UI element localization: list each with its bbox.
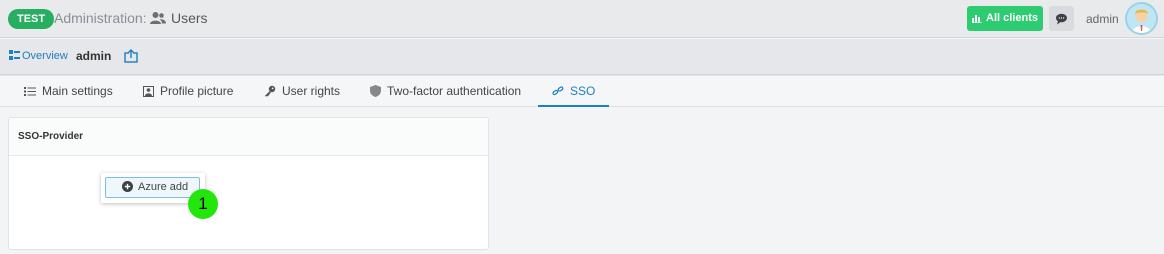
plus-circle-icon	[122, 181, 133, 192]
tab-label: SSO	[570, 84, 596, 98]
shield-icon	[370, 85, 381, 97]
azure-add-button[interactable]: Azure add	[105, 177, 200, 198]
avatar[interactable]	[1125, 2, 1158, 35]
all-clients-button[interactable]: All clients	[967, 6, 1043, 31]
key-icon	[265, 85, 276, 97]
chat-button[interactable]	[1049, 6, 1074, 31]
all-clients-label: All clients	[986, 12, 1038, 24]
tab-sso[interactable]: SSO	[538, 76, 610, 107]
export-icon[interactable]	[124, 49, 138, 63]
user-name[interactable]: admin	[1086, 12, 1119, 26]
overview-icon	[9, 50, 20, 60]
page-title: admin	[76, 49, 112, 63]
step-marker: 1	[188, 189, 218, 219]
top-bar: TEST Administration: Users All clients a…	[0, 0, 1164, 38]
list-icon	[24, 87, 36, 96]
tab-main-settings[interactable]: Main settings	[24, 76, 113, 107]
tab-bar: Main settings Profile picture User right…	[0, 76, 1164, 107]
sso-icon	[552, 86, 564, 96]
tab-label: User rights	[282, 84, 341, 98]
picture-icon	[143, 86, 154, 97]
tab-label: Profile picture	[160, 84, 234, 98]
overview-link[interactable]: Overview	[9, 50, 68, 62]
chart-icon	[972, 15, 983, 24]
tab-label: Main settings	[42, 84, 113, 98]
tab-two-factor-authentication[interactable]: Two-factor authentication	[370, 76, 521, 107]
panel-title: SSO-Provider	[9, 118, 488, 156]
tab-profile-picture[interactable]: Profile picture	[143, 76, 233, 107]
breadcrumb-users: Users	[171, 10, 208, 26]
sub-header: Overview admin	[0, 39, 1164, 75]
azure-add-label: Azure add	[138, 181, 189, 193]
users-icon	[150, 12, 166, 24]
tab-label: Two-factor authentication	[387, 84, 522, 98]
user-avatar-icon	[1127, 4, 1156, 33]
sso-provider-panel: SSO-Provider Azure add	[8, 117, 489, 250]
chat-icon	[1056, 13, 1067, 25]
environment-badge: TEST	[8, 9, 55, 29]
overview-label: Overview	[22, 50, 68, 62]
tab-user-rights[interactable]: User rights	[264, 76, 340, 107]
breadcrumb-administration: Administration:	[54, 10, 147, 26]
